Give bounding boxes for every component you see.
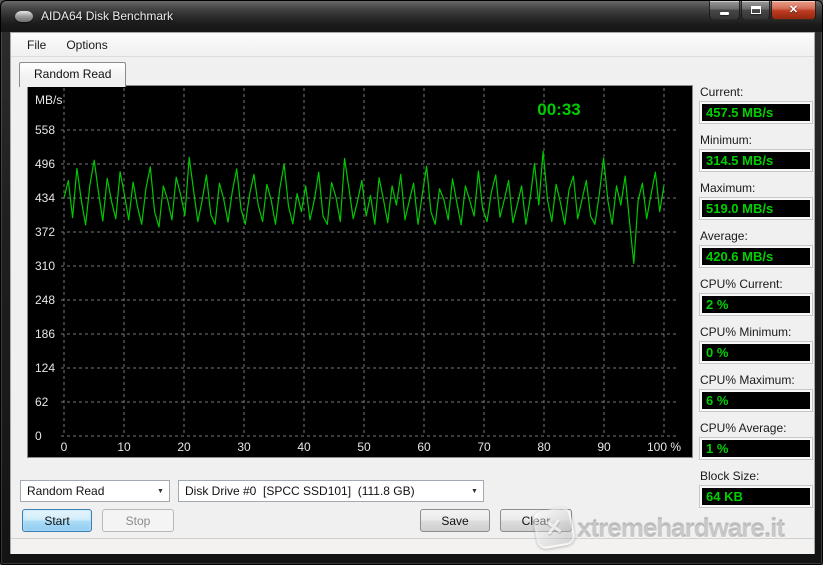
stat-maximum-value: 519.0 MB/s (700, 198, 812, 219)
svg-text:372: 372 (35, 225, 55, 239)
svg-text:40: 40 (297, 440, 311, 454)
save-button[interactable]: Save (420, 509, 490, 532)
app-window: AIDA64 Disk Benchmark ✕ File Options Ran… (0, 0, 823, 565)
stat-maximum: Maximum: 519.0 MB/s (700, 181, 812, 219)
minimize-icon (720, 12, 729, 15)
benchmark-chart: 558 496 434 372 310 248 186 124 62 0 MB/s 0 10 20 30 40… (27, 85, 693, 458)
svg-text:0: 0 (35, 429, 42, 443)
close-button[interactable]: ✕ (771, 1, 816, 20)
app-icon (15, 11, 33, 22)
stat-maximum-label: Maximum: (700, 181, 812, 195)
minimize-button[interactable] (709, 1, 740, 20)
svg-text:496: 496 (35, 157, 55, 171)
maximize-icon (751, 6, 761, 14)
stat-minimum: Minimum: 314.5 MB/s (700, 133, 812, 171)
window-title: AIDA64 Disk Benchmark (41, 9, 173, 23)
benchmark-type-select[interactable]: Random Read ▼ (20, 480, 170, 502)
stat-current-label: Current: (700, 85, 812, 99)
svg-text:30: 30 (237, 440, 251, 454)
svg-text:80: 80 (537, 440, 551, 454)
svg-text:558: 558 (35, 123, 55, 137)
stat-cpu-average-value: 1 % (700, 438, 812, 459)
stat-minimum-label: Minimum: (700, 133, 812, 147)
stat-cpu-minimum-value: 0 % (700, 342, 812, 363)
svg-text:00:33: 00:33 (537, 100, 580, 119)
stat-cpu-average-label: CPU% Average: (700, 421, 812, 435)
stat-cpu-maximum-label: CPU% Maximum: (700, 373, 812, 387)
stat-block-size-value: 64 KB (700, 486, 812, 507)
stat-current: Current: 457.5 MB/s (700, 85, 812, 123)
svg-text:10: 10 (117, 440, 131, 454)
chevron-down-icon: ▼ (466, 488, 483, 495)
svg-text:248: 248 (35, 293, 55, 307)
tab-random-read[interactable]: Random Read (19, 62, 126, 87)
stat-block-size: Block Size: 64 KB (700, 469, 812, 507)
stats-panel: Current: 457.5 MB/s Minimum: 314.5 MB/s … (700, 85, 812, 517)
stat-cpu-current: CPU% Current: 2 % (700, 277, 812, 315)
chart-canvas: 558 496 434 372 310 248 186 124 62 0 MB/s 0 10 20 30 40… (28, 86, 692, 457)
caption-buttons: ✕ (708, 1, 816, 20)
svg-text:310: 310 (35, 259, 55, 273)
menu-file[interactable]: File (17, 35, 56, 55)
svg-text:62: 62 (35, 395, 49, 409)
stat-cpu-maximum: CPU% Maximum: 6 % (700, 373, 812, 411)
status-strip (11, 538, 814, 554)
stat-average-label: Average: (700, 229, 812, 243)
maximize-button[interactable] (741, 1, 770, 20)
svg-text:0: 0 (61, 440, 68, 454)
stat-current-value: 457.5 MB/s (700, 102, 812, 123)
svg-text:90: 90 (597, 440, 611, 454)
stop-button[interactable]: Stop (102, 509, 174, 532)
drive-select[interactable]: Disk Drive #0 [SPCC SSD101] (111.8 GB) ▼ (178, 480, 484, 502)
start-button[interactable]: Start (22, 509, 92, 532)
stat-cpu-maximum-value: 6 % (700, 390, 812, 411)
stat-minimum-value: 314.5 MB/s (700, 150, 812, 171)
svg-text:MB/s: MB/s (35, 93, 62, 107)
svg-text:50: 50 (357, 440, 371, 454)
title-bar[interactable]: AIDA64 Disk Benchmark ✕ (1, 1, 823, 32)
svg-text:20: 20 (177, 440, 191, 454)
menu-bar: File Options (11, 33, 814, 57)
svg-text:124: 124 (35, 361, 55, 375)
benchmark-type-value: Random Read (21, 484, 152, 498)
stat-cpu-minimum: CPU% Minimum: 0 % (700, 325, 812, 363)
close-icon: ✕ (789, 2, 798, 19)
svg-text:100 %: 100 % (647, 440, 681, 454)
client-area: File Options Random Read 558 496 434 372 310… (10, 32, 815, 554)
clear-button[interactable]: Clear (500, 509, 572, 532)
stat-average-value: 420.6 MB/s (700, 246, 812, 267)
stat-cpu-minimum-label: CPU% Minimum: (700, 325, 812, 339)
svg-text:434: 434 (35, 191, 55, 205)
chevron-down-icon: ▼ (152, 488, 169, 495)
drive-select-value: Disk Drive #0 [SPCC SSD101] (111.8 GB) (179, 484, 466, 498)
svg-text:60: 60 (417, 440, 431, 454)
stat-cpu-current-label: CPU% Current: (700, 277, 812, 291)
svg-text:70: 70 (477, 440, 491, 454)
stat-average: Average: 420.6 MB/s (700, 229, 812, 267)
svg-text:186: 186 (35, 327, 55, 341)
menu-options[interactable]: Options (56, 35, 117, 55)
stat-cpu-current-value: 2 % (700, 294, 812, 315)
stat-block-size-label: Block Size: (700, 469, 812, 483)
stat-cpu-average: CPU% Average: 1 % (700, 421, 812, 459)
